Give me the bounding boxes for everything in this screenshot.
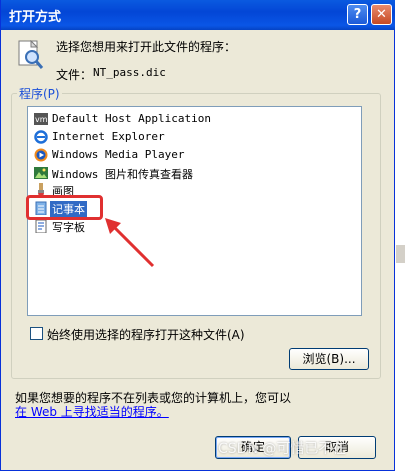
web-search-link[interactable]: 在 Web 上寻找适当的程序。 <box>15 403 169 420</box>
programs-group-label: 程序(P) <box>17 85 62 102</box>
background-strip <box>395 0 406 471</box>
scroll-marker <box>396 245 405 263</box>
open-with-dialog: 打开方式 ? ✕ 选择您想用来打开此文件的程序： 文件： NT_pass.dic… <box>0 0 396 471</box>
help-button[interactable]: ? <box>347 4 368 25</box>
annotation-arrow-icon <box>105 218 155 268</box>
browse-button[interactable]: 浏览(B)... <box>289 348 369 370</box>
file-label: 文件： <box>56 68 93 82</box>
picture-viewer-icon <box>34 167 48 179</box>
list-item-label: 写字板 <box>52 221 85 234</box>
close-button[interactable]: ✕ <box>371 4 392 25</box>
always-use-label[interactable]: 始终使用选择的程序打开这种文件(A) <box>47 326 245 343</box>
notepad-highlight-annotation <box>26 195 103 220</box>
list-item-label: Windows Media Player <box>52 148 185 161</box>
watermark: CSDN @可惜已不在 <box>218 441 347 457</box>
list-item-label: Windows 图片和传真查看器 <box>52 168 193 181</box>
always-use-checkbox[interactable] <box>30 327 43 340</box>
internet-explorer-icon <box>34 130 48 144</box>
svg-text:vm: vm <box>35 115 48 124</box>
dialog-prompt: 选择您想用来打开此文件的程序： <box>56 40 237 54</box>
list-item-label: Internet Explorer <box>52 130 165 143</box>
open-with-icon <box>18 40 44 69</box>
title-bar[interactable]: 打开方式 ? ✕ <box>1 0 396 30</box>
vm-icon: vm <box>34 113 48 125</box>
file-name: NT_pass.dic <box>93 66 166 79</box>
window-title: 打开方式 <box>9 10 62 25</box>
media-player-icon <box>34 148 48 162</box>
wordpad-icon <box>35 219 47 233</box>
list-item-label: Default Host Application <box>52 112 211 125</box>
